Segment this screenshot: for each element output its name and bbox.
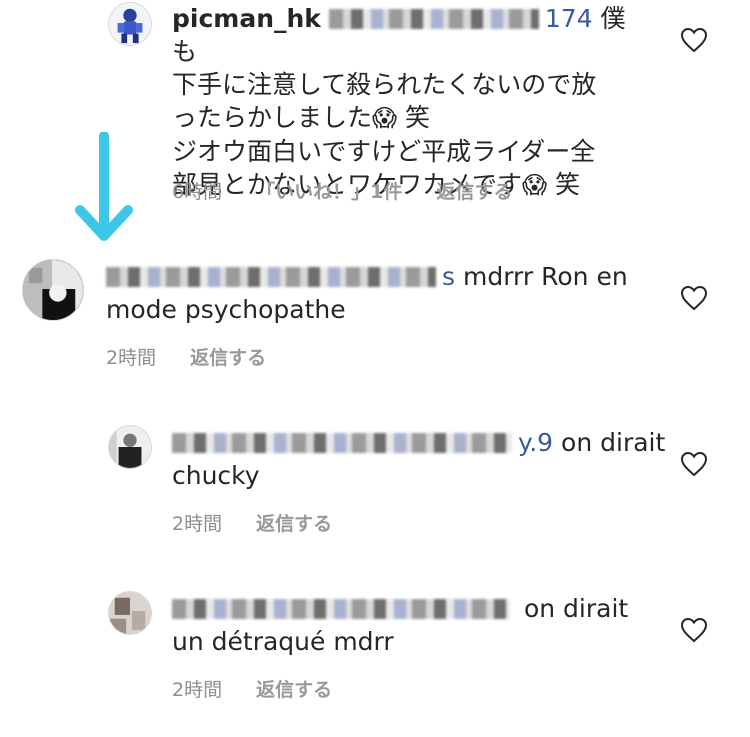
username-tail: y.9 [518,428,554,457]
heart-outline-icon[interactable] [680,617,708,643]
comment-line-2: un détraqué mdrr [172,627,394,656]
comment-line-2: mode psychopathe [106,295,346,324]
heart-outline-icon[interactable] [680,27,708,53]
reply-button[interactable]: 返信する [256,513,332,535]
comment-body: picman_hk 174 僕も 下手に注意して殺られたくないので放 ったらかし… [172,2,632,202]
comment-line-1: picman_hk 174 僕も [172,2,632,68]
avatar-photo-image [109,592,151,634]
comment-meta: 2時間 返信する [172,509,360,536]
avatar-photo-image [23,260,83,320]
comment-body: on dirait un détraqué mdrr [172,592,672,658]
heart-outline-icon[interactable] [680,451,708,477]
timestamp: 2時間 [106,347,157,369]
line3-tail: 笑 [397,103,430,132]
scream-emoji-icon: 😱 [372,104,398,132]
avatar-photo-image [109,426,151,468]
reply-button[interactable]: 返信する [436,181,512,203]
comment-line-2: 下手に注意して殺られたくないので放 [172,70,597,99]
blurred-mention [328,9,539,29]
line3-text: ったらかしました [172,103,373,132]
text-line-1: on dirait [516,594,629,623]
comment-line-1: y.9 on dirait [172,426,672,459]
timestamp: 2時間 [172,513,223,535]
comment-meta: 2時間 返信する [172,675,360,702]
comment-line-4: ジオウ面白いですけど平成ライダー全 [172,137,596,166]
comment-meta: 2時間 返信する [106,343,294,370]
comment-line-1: on dirait [172,592,672,625]
timestamp: 2時間 [172,679,223,701]
avatar[interactable] [108,2,152,46]
text-line-1: on dirait [553,428,666,457]
reply-button[interactable]: 返信する [256,679,332,701]
username[interactable]: picman_hk [172,4,321,33]
avatar[interactable] [108,425,152,469]
comment-line-1: s mdrrr Ron en [106,260,666,293]
comment-line-2: chucky [172,461,260,490]
avatar-figure-image [109,3,151,45]
avatar[interactable] [108,591,152,635]
mention-suffix: 174 [544,4,593,33]
comment-body: y.9 on dirait chucky [172,426,672,492]
username-tail: s [442,262,456,291]
heart-outline-icon[interactable] [680,285,708,311]
text-line-1: mdrrr Ron en [455,262,628,291]
line5-tail: 笑 [547,170,580,199]
comment-meta: 6時間 「いいね！」1件 返信する [172,177,540,204]
comment-line-3: ったらかしました😱 笑 [172,101,632,135]
avatar[interactable] [22,259,84,321]
blurred-username [172,599,510,619]
reply-button[interactable]: 返信する [190,347,266,369]
likes-count[interactable]: 「いいね！」1件 [256,181,402,203]
blurred-username [106,267,436,287]
comment-body: s mdrrr Ron en mode psychopathe [106,260,666,326]
blurred-username [172,433,512,453]
timestamp: 6時間 [172,181,223,203]
arrow-down-icon [74,131,134,250]
